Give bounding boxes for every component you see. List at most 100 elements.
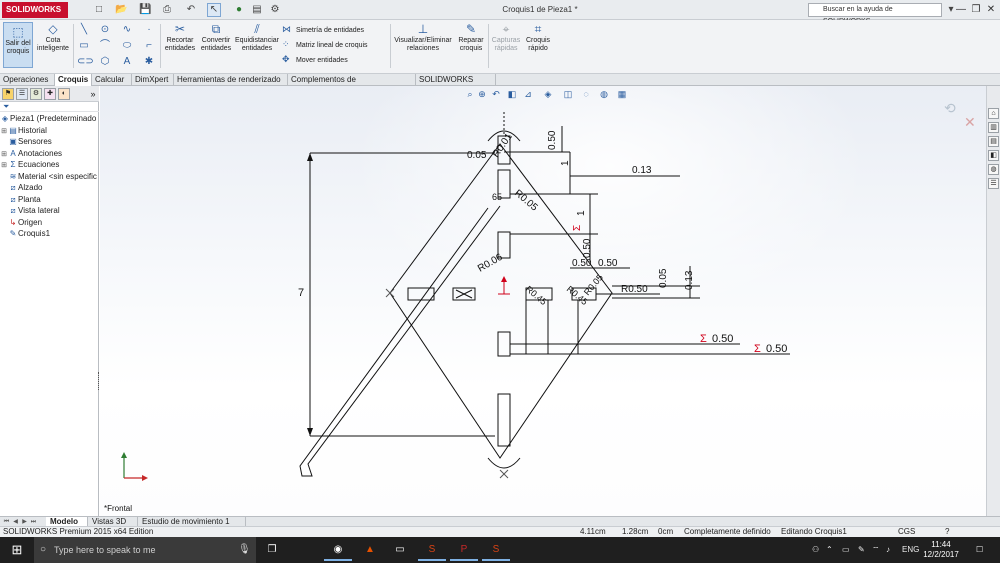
chrome-icon[interactable]: ◉ xyxy=(324,539,352,561)
tree-item-alzado[interactable]: ⧄ Alzado xyxy=(0,182,99,193)
slot[interactable] xyxy=(407,287,435,301)
tab-calcular[interactable]: Calcular xyxy=(92,74,132,86)
ellipse-icon[interactable]: ⬭ xyxy=(120,40,134,52)
pen-icon[interactable]: ✎ xyxy=(858,537,865,563)
help-search-input[interactable]: Buscar en la ayuda de SOLIDWORKS xyxy=(808,3,942,25)
point-icon[interactable]: · xyxy=(142,24,156,36)
convert-entities-button[interactable]: ⧉ Convertir entidades xyxy=(198,22,234,53)
rapid-captures-button[interactable]: ⌖ Capturas rápidas xyxy=(490,22,522,53)
tree-item-sensores[interactable]: ▣Sensores xyxy=(0,136,99,147)
folder-icon[interactable]: ▭ xyxy=(386,539,414,561)
linear-pattern-button[interactable]: ⁘ Matriz lineal de croquis xyxy=(282,39,368,51)
save-icon[interactable]: 💾 xyxy=(138,3,152,17)
trim-entities-button[interactable]: ✂ Recortar entidades xyxy=(162,22,198,53)
microphone-icon[interactable]: 🎙 xyxy=(238,537,251,563)
tree-item-anotaciones[interactable]: ⊞ A Anotaciones xyxy=(0,148,99,159)
tree-item-historial[interactable]: ⊞ ▤Historial xyxy=(0,125,99,136)
circle-icon[interactable]: ⊙ xyxy=(98,24,112,36)
fillet-icon[interactable]: ⌐ xyxy=(142,40,156,52)
polygon-icon[interactable]: ⬡ xyxy=(98,56,112,68)
dimension-text[interactable]: 0.50 xyxy=(547,130,558,150)
tree-item-croquis1[interactable]: ✎ Croquis1 xyxy=(0,228,99,239)
solidworks-doc-icon[interactable]: S xyxy=(482,539,510,561)
tab-croquis[interactable]: Croquis xyxy=(55,74,92,86)
select-icon[interactable]: ↖ xyxy=(207,3,221,17)
display-manager-tab-icon[interactable]: ◐ xyxy=(58,88,70,100)
unit-system[interactable]: CGS xyxy=(898,527,915,537)
tree-item-origen[interactable]: ↳ Origen xyxy=(0,217,99,228)
graphics-area[interactable]: ⌕ ⊕ ↶ ◧ ⊿ ◈ ◫ ◌ ◍ ▦ ⟲ ✕ 7 0.50 1 0.05 R0… xyxy=(100,86,986,516)
start-icon[interactable]: ⊞ xyxy=(0,537,34,563)
dimension-text[interactable]: 1 xyxy=(560,160,571,166)
resources-icon[interactable]: ⌂ xyxy=(988,108,999,119)
dimension-text[interactable]: 0.50 xyxy=(712,333,733,345)
design-library-icon[interactable]: ▥ xyxy=(988,122,999,133)
expand-icon[interactable]: ⊞ xyxy=(0,160,8,170)
slot[interactable] xyxy=(497,393,511,447)
feature-tree-tab-icon[interactable]: ⚑ xyxy=(2,88,14,100)
sigma-symbol[interactable]: Σ xyxy=(754,343,761,355)
system-clock[interactable]: 11:44 12/2/2017 xyxy=(920,540,962,560)
move-entities-button[interactable]: ✥ Mover entidades xyxy=(282,54,348,66)
quick-sketch-button[interactable]: ⌗ Croquis rápido xyxy=(522,22,554,53)
solidworks-taskbar-icon[interactable]: S xyxy=(418,539,446,561)
tray-expand-icon[interactable]: ⌃ xyxy=(826,537,833,563)
dimension-text[interactable]: 1 xyxy=(576,210,587,216)
dimension-text[interactable]: R0.06 xyxy=(476,252,505,275)
sketch-canvas[interactable]: 7 0.50 1 0.05 R0.01 65 R0.05 0.13 1 Σ 0.… xyxy=(100,86,986,516)
mirror-entities-button[interactable]: ⋈ Simetría de entidades xyxy=(282,24,364,36)
undo-icon[interactable]: ↶ xyxy=(184,3,198,17)
dimension-text[interactable]: 0.05 xyxy=(658,268,669,288)
dimension-text[interactable]: R0.01 xyxy=(490,131,515,160)
tree-root[interactable]: ◈ Pieza1 (Predeterminado xyxy=(0,113,99,124)
arc-icon[interactable]: ⌒ xyxy=(98,40,112,52)
dimension-text[interactable]: R0.45 xyxy=(524,284,549,307)
slot-icon[interactable]: ⊂⊃ xyxy=(77,56,94,68)
wifi-icon[interactable]: ⌔ xyxy=(872,537,880,563)
dimension-text[interactable]: 0.50 xyxy=(572,258,592,269)
network-icon[interactable]: ▭ xyxy=(842,537,850,563)
property-manager-tab-icon[interactable]: ☰ xyxy=(16,88,28,100)
open-folder-icon[interactable]: 📂 xyxy=(114,3,128,17)
dimension-text[interactable]: 7 xyxy=(298,287,304,299)
rectangle-icon[interactable]: ▭ xyxy=(77,40,91,52)
sigma-symbol[interactable]: Σ xyxy=(700,333,707,345)
view-palette-icon[interactable]: ◧ xyxy=(988,150,999,161)
restore-button[interactable]: ❐ xyxy=(970,3,982,17)
options-icon[interactable]: ⚙ xyxy=(268,3,282,17)
close-button[interactable]: ✕ xyxy=(985,3,997,17)
rebuild-icon[interactable]: ● xyxy=(232,3,246,17)
dimension-text[interactable]: 0.50 xyxy=(766,343,787,355)
dimension-text[interactable]: 0.13 xyxy=(632,165,652,176)
custom-properties-icon[interactable]: ☰ xyxy=(988,178,999,189)
solidworks-logo[interactable]: SOLIDWORKS xyxy=(2,2,68,18)
appearances-icon[interactable]: ◍ xyxy=(988,164,999,175)
filter-icon[interactable]: ⏷ xyxy=(3,102,9,112)
tab-render-tools[interactable]: Herramientas de renderizado xyxy=(174,74,288,86)
repair-sketch-button[interactable]: ✎ Reparar croquis xyxy=(454,22,488,53)
sketch-bottom-arc[interactable] xyxy=(487,457,521,469)
plane-icon[interactable]: ✱ xyxy=(142,56,156,68)
matlab-icon[interactable]: ▲ xyxy=(356,539,384,561)
print-icon[interactable]: ⎙ xyxy=(160,3,174,17)
dimension-text[interactable]: 0.13 xyxy=(684,270,695,290)
offset-entities-button[interactable]: ⫽ Equidistanciar entidades xyxy=(234,22,280,53)
minimize-button[interactable]: — xyxy=(955,3,967,17)
tab-operaciones[interactable]: Operaciones xyxy=(0,74,55,86)
exit-sketch-button[interactable]: ⬚ Salir del croquis xyxy=(3,22,33,68)
tree-item-planta[interactable]: ⧄ Planta xyxy=(0,194,99,205)
line-icon[interactable]: ╲ xyxy=(77,24,91,36)
file-explorer-icon[interactable]: ▤ xyxy=(988,136,999,147)
tab-dimxpert[interactable]: DimXpert xyxy=(132,74,174,86)
dimension-text[interactable]: 0.05 xyxy=(467,150,487,161)
slot[interactable] xyxy=(497,331,511,357)
new-document-icon[interactable]: □ xyxy=(92,3,106,17)
tree-item-material[interactable]: ≋ Material <sin especific xyxy=(0,171,99,182)
cortana-search[interactable]: Type here to speak to me xyxy=(34,537,256,563)
notifications-icon[interactable]: ☐ xyxy=(976,537,983,563)
dimension-text[interactable]: 0.50 xyxy=(598,258,618,269)
tree-filter[interactable]: ⏷ xyxy=(0,102,99,112)
smart-dimension-button[interactable]: ◇ Cota inteligente xyxy=(35,22,71,53)
volume-icon[interactable]: ♪ xyxy=(886,537,890,563)
dimxpert-tab-icon[interactable]: ✚ xyxy=(44,88,56,100)
